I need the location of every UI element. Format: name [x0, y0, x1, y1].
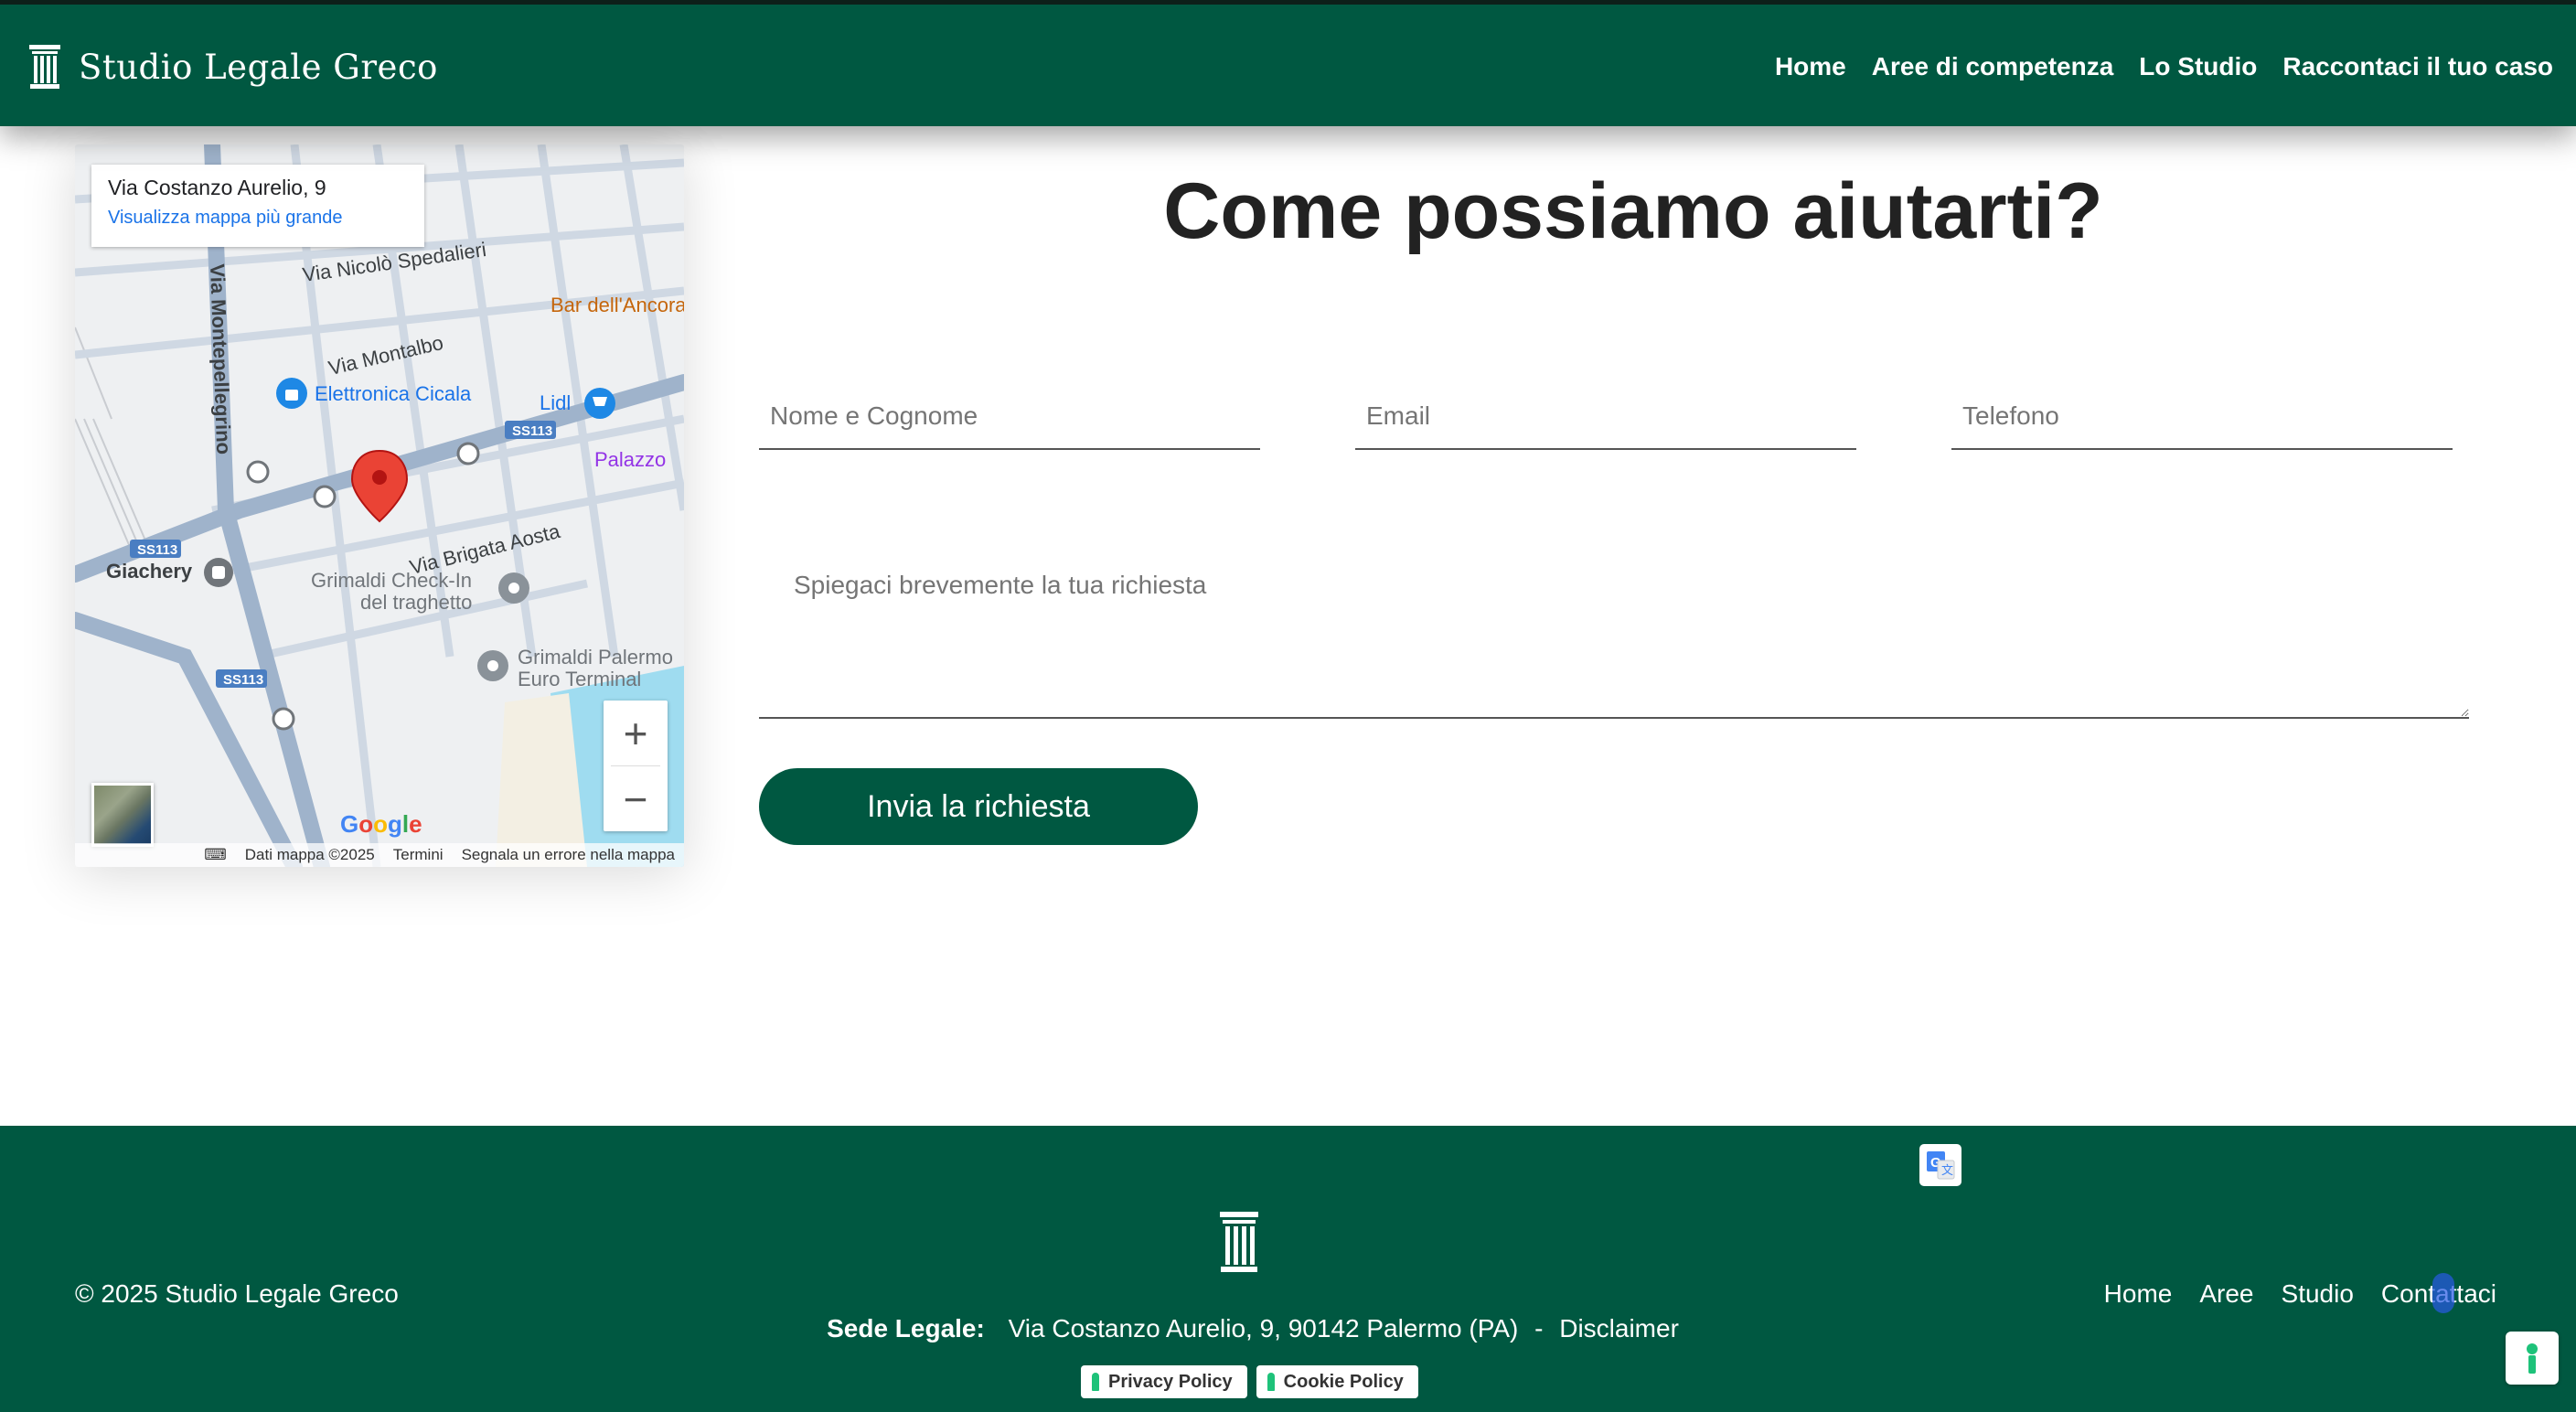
map-place-title: Via Costanzo Aurelio, 9 — [108, 176, 326, 199]
map-terms-link[interactable]: Termini — [393, 846, 444, 864]
privacy-policy-button[interactable]: Privacy Policy — [1081, 1365, 1247, 1398]
poi-label: Giachery — [106, 560, 193, 583]
poi-label: Palazzo — [594, 448, 667, 471]
poi-label: Grimaldi Palermo — [518, 646, 673, 669]
svg-text:文: 文 — [1941, 1163, 1953, 1177]
policy-links: Privacy Policy Cookie Policy — [1081, 1365, 1418, 1398]
address-text: Via Costanzo Aurelio, 9, 90142 Palermo (… — [1008, 1314, 1519, 1342]
address-label: Sede Legale: — [827, 1314, 985, 1342]
zoom-out-button[interactable]: − — [604, 766, 668, 831]
poi-label: Lidl — [540, 391, 572, 414]
map-zoom-controls: + − — [604, 701, 668, 831]
nav-raccontaci[interactable]: Raccontaci il tuo caso — [2282, 52, 2553, 81]
column-logo-icon — [1220, 1212, 1258, 1272]
poi-label: del traghetto — [360, 591, 473, 614]
privacy-widget-button[interactable] — [2506, 1332, 2559, 1385]
main-nav: Home Aree di competenza Lo Studio Raccon… — [1775, 52, 2553, 81]
address-line: Sede Legale: Via Costanzo Aurelio, 9, 90… — [0, 1314, 2506, 1343]
svg-text:SS113: SS113 — [223, 672, 263, 688]
map-data-credit: Dati mappa ©2025 — [244, 846, 375, 863]
keyboard-icon[interactable]: ⌨ — [204, 846, 227, 864]
cookie-policy-label: Cookie Policy — [1283, 1371, 1404, 1392]
address-separator: - — [1534, 1314, 1544, 1342]
map-attribution: ⌨ Dati mappa ©2025 Termini Segnala un er… — [75, 843, 684, 867]
poi-label: Bar dell'Ancora — [550, 294, 684, 316]
footer-nav-studio[interactable]: Studio — [2282, 1279, 2354, 1309]
svg-text:SS113: SS113 — [512, 423, 552, 439]
site-footer: G 文 © 2025 Studio Legale Greco Home Aree… — [0, 1126, 2576, 1412]
nav-aree-di-competenza[interactable]: Aree di competenza — [1872, 52, 2114, 81]
brand-name: Studio Legale Greco — [79, 47, 438, 87]
message-textarea[interactable] — [759, 549, 2469, 719]
report-map-error-link[interactable]: Segnala un errore nella mappa — [462, 846, 675, 864]
google-map-embed[interactable]: SS113 SS113 SS113 Via Nicolò Spedalieri … — [75, 144, 684, 867]
site-header: Studio Legale Greco Home Aree di compete… — [0, 0, 2576, 126]
email-field[interactable] — [1355, 384, 1856, 450]
poi-label: Grimaldi Check-In — [311, 569, 473, 592]
translate-button[interactable]: G 文 — [1919, 1144, 1961, 1186]
name-field[interactable] — [759, 384, 1260, 450]
phone-field[interactable] — [1951, 384, 2453, 450]
poi-label: Elettronica Cicala — [315, 382, 472, 405]
view-larger-map-link[interactable]: Visualizza mappa più grande — [108, 208, 408, 229]
footer-nav-home[interactable]: Home — [2104, 1279, 2173, 1309]
iubenda-icon — [2527, 1343, 2538, 1374]
translate-icon: G 文 — [1927, 1151, 1955, 1180]
disclaimer-link[interactable]: Disclaimer — [1559, 1314, 1679, 1342]
column-logo-icon — [29, 45, 60, 89]
zoom-in-button[interactable]: + — [604, 701, 668, 765]
google-logo: Google — [340, 810, 422, 838]
map-place-card: Via Costanzo Aurelio, 9 Visualizza mappa… — [91, 165, 424, 247]
mouse-cursor — [2432, 1273, 2454, 1313]
submit-button[interactable]: Invia la richiesta — [759, 768, 1198, 845]
iubenda-icon — [1092, 1373, 1099, 1391]
satellite-toggle-button[interactable] — [91, 783, 154, 847]
nav-lo-studio[interactable]: Lo Studio — [2139, 52, 2257, 81]
nav-home[interactable]: Home — [1775, 52, 1846, 81]
iubenda-icon — [1267, 1373, 1275, 1391]
brand-logo-link[interactable]: Studio Legale Greco — [29, 45, 438, 89]
privacy-policy-label: Privacy Policy — [1108, 1371, 1233, 1392]
copyright-text: © 2025 Studio Legale Greco — [75, 1279, 399, 1308]
footer-nav-aree[interactable]: Aree — [2199, 1279, 2253, 1309]
cookie-policy-button[interactable]: Cookie Policy — [1256, 1365, 1418, 1398]
form-heading: Come possiamo aiutarti? — [1163, 167, 2103, 255]
svg-text:SS113: SS113 — [137, 542, 177, 558]
poi-label: Euro Terminal — [518, 668, 642, 690]
